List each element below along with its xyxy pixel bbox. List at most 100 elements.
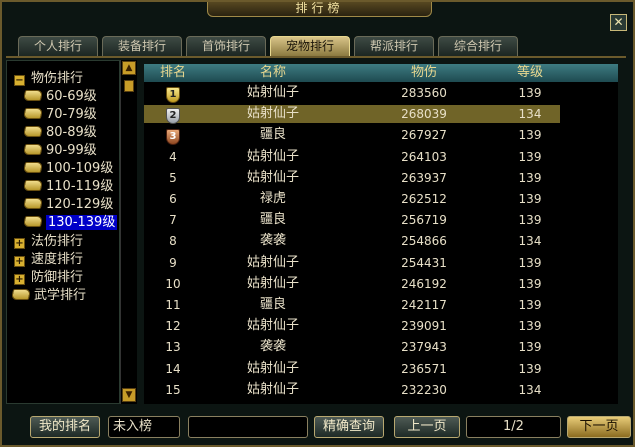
level-cell: 139	[518, 86, 542, 100]
ranking-window: 排行榜 ✕ 个人排行 装备排行 首饰排行 宠物排行 帮派排行 综合排行 − 物伤排行 60-6…	[0, 0, 635, 447]
book-icon	[22, 180, 44, 191]
tree-label: 80-89级	[46, 125, 97, 140]
tree-node-level[interactable]: 80-89级	[22, 124, 97, 141]
rank-cell: 12	[165, 319, 181, 334]
rank-cell: 14	[165, 361, 181, 376]
tree-node-category[interactable]: + 防御排行	[14, 269, 83, 286]
close-button[interactable]: ✕	[610, 14, 627, 31]
tree-label: 防御排行	[31, 270, 84, 285]
name-cell: 姑射仙子	[246, 318, 299, 334]
expand-icon[interactable]: +	[14, 256, 25, 267]
scroll-up-button[interactable]: ▲	[122, 61, 136, 75]
rank-cell: 10	[165, 276, 181, 291]
tree-node-category[interactable]: + 速度排行	[14, 251, 83, 268]
tab-divider	[6, 56, 626, 58]
tree-node-level[interactable]: 100-109级	[22, 160, 114, 177]
table-row[interactable]: 7 疆良 256719 139	[144, 211, 560, 229]
collapse-icon[interactable]: −	[14, 75, 25, 86]
tree-node-level[interactable]: 120-129级	[22, 196, 114, 213]
damage-cell: 246192	[401, 276, 447, 291]
damage-cell: 262512	[401, 192, 447, 206]
table-row[interactable]: 5 姑射仙子 263937 139	[144, 169, 560, 187]
rank-medal-cell: 1	[144, 84, 202, 103]
level-cell: 139	[518, 361, 542, 376]
expand-icon[interactable]: +	[14, 274, 25, 285]
damage-cell: 256719	[401, 213, 447, 228]
name-cell: 姑射仙子	[246, 148, 299, 164]
page-indicator: 1/2	[466, 416, 561, 438]
tab-3[interactable]: 宠物排行	[270, 36, 350, 56]
tab-0[interactable]: 个人排行	[18, 36, 98, 56]
tree-node-category[interactable]: + 法伤排行	[14, 233, 83, 250]
prev-page-button[interactable]: 上一页	[394, 416, 460, 438]
my-rank-button[interactable]: 我的排名	[30, 416, 100, 438]
level-cell: 139	[518, 213, 542, 228]
table-row[interactable]: 13 袭袭 237943 139	[144, 338, 560, 356]
level-cell: 139	[518, 276, 542, 291]
name-cell: 袭袭	[259, 339, 286, 355]
name-cell: 禄虎	[259, 191, 286, 206]
header-level: 等级	[516, 65, 543, 80]
table-row[interactable]: 14 姑射仙子 236571 139	[144, 360, 560, 378]
level-cell: 139	[518, 170, 542, 185]
rank-cell: 13	[165, 340, 181, 355]
header-rank: 排名	[159, 65, 186, 80]
tree-node-level[interactable]: 110-119级	[22, 178, 113, 195]
bronze-medal-icon: 3	[166, 129, 180, 146]
ranking-table: 排名 名称 物伤 等级 1 姑射仙子 283560 139 2 姑射仙子 268039 134…	[144, 64, 618, 404]
name-cell: 疆良	[259, 127, 286, 143]
rank-cell: 8	[169, 234, 177, 249]
header-damage: 物伤	[410, 65, 437, 80]
expand-icon[interactable]: +	[14, 238, 25, 249]
book-icon	[10, 289, 32, 300]
tree-node-level[interactable]: 70-79级	[22, 106, 97, 123]
table-row[interactable]: 8 袭袭 254866 134	[144, 232, 560, 250]
table-row[interactable]: 6 禄虎 262512 139	[144, 190, 560, 208]
rank-cell: 6	[169, 192, 177, 206]
scroll-down-button[interactable]: ▼	[122, 388, 136, 402]
name-cell: 姑射仙子	[246, 360, 299, 376]
table-row[interactable]: 4 姑射仙子 264103 139	[144, 148, 560, 166]
tree-scrollbar[interactable]: ▲ ▼	[120, 60, 137, 404]
table-row[interactable]: 1 姑射仙子 283560 139	[144, 84, 560, 103]
name-cell: 姑射仙子	[246, 169, 299, 185]
rank-cell: 5	[169, 170, 177, 185]
table-row[interactable]: 12 姑射仙子 239091 139	[144, 317, 560, 335]
book-icon	[22, 144, 44, 155]
name-cell: 疆良	[259, 297, 286, 312]
damage-cell: 236571	[401, 361, 447, 376]
table-row[interactable]: 11 疆良 242117 139	[144, 296, 560, 314]
table-row[interactable]: 9 姑射仙子 254431 139	[144, 254, 560, 272]
tree-node-root[interactable]: − 物伤排行	[14, 70, 83, 87]
table-row[interactable]: 15 姑射仙子 232230 134	[144, 381, 560, 399]
damage-cell: 264103	[401, 149, 447, 164]
tab-1[interactable]: 装备排行	[102, 36, 182, 56]
tree-label: 60-69级	[46, 89, 97, 104]
header-name: 名称	[259, 65, 286, 80]
tree-label: 120-129级	[46, 197, 114, 212]
table-row[interactable]: 10 姑射仙子 246192 139	[144, 275, 560, 293]
book-icon	[22, 90, 44, 101]
tab-4[interactable]: 帮派排行	[354, 36, 434, 56]
book-icon	[22, 198, 44, 209]
tab-5[interactable]: 综合排行	[438, 36, 518, 56]
name-cell: 姑射仙子	[246, 381, 299, 397]
tree-node-level[interactable]: 130-139级	[22, 214, 118, 231]
level-cell: 139	[518, 128, 542, 143]
table-row[interactable]: 3 疆良 267927 139	[144, 126, 560, 146]
scroll-thumb[interactable]	[124, 80, 134, 92]
search-input[interactable]	[188, 416, 308, 438]
tree-label: 90-99级	[46, 143, 97, 158]
level-cell: 139	[518, 255, 542, 270]
level-cell: 139	[518, 319, 542, 334]
tree-node-category[interactable]: 武学排行	[10, 287, 86, 304]
bottom-bar: 我的排名 未入榜 精确查询 上一页 1/2 下一页	[2, 416, 633, 444]
next-page-button[interactable]: 下一页	[567, 416, 631, 438]
tree-label: 100-109级	[46, 161, 114, 176]
tree-node-level[interactable]: 90-99级	[22, 142, 97, 159]
table-row[interactable]: 2 姑射仙子 268039 134	[144, 105, 560, 125]
search-button[interactable]: 精确查询	[314, 416, 384, 438]
category-tree: − 物伤排行 60-69级 70-79级 80-89级 90-99级 100-109级 110…	[6, 60, 120, 404]
tree-node-level[interactable]: 60-69级	[22, 88, 97, 105]
tab-2[interactable]: 首饰排行	[186, 36, 266, 56]
